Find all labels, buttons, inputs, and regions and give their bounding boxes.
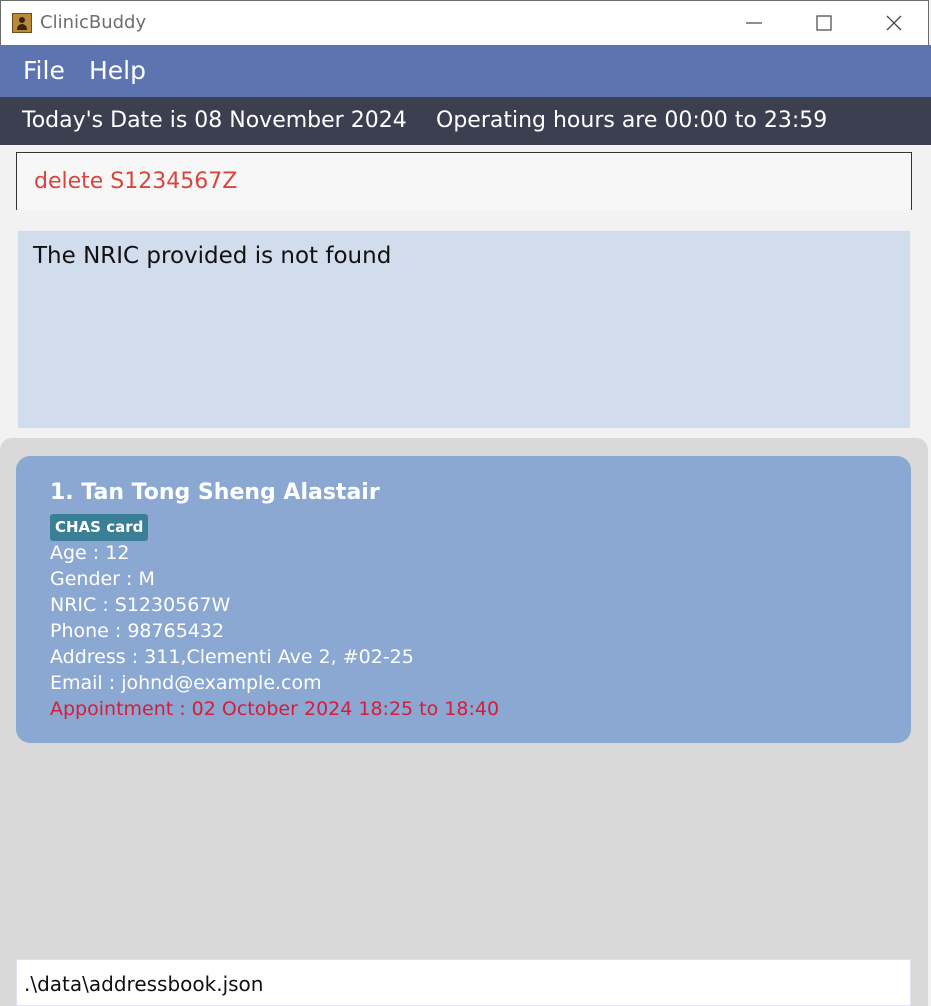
person-email: Email : johnd@example.com: [50, 672, 322, 694]
person-gender: Gender : M: [50, 568, 155, 590]
minimize-button[interactable]: [719, 1, 789, 46]
info-bar: Today's Date is 08 November 2024 Operati…: [0, 97, 931, 145]
minimize-icon: [746, 22, 762, 24]
save-file-path: .\data\addressbook.json: [24, 972, 264, 996]
person-address: Address : 311,Clementi Ave 2, #02-25: [50, 646, 414, 668]
result-display: The NRIC provided is not found: [18, 231, 910, 428]
person-card[interactable]: 1. Tan Tong Sheng Alastair CHAS card Age…: [16, 456, 911, 743]
menu-bar: File Help: [0, 45, 931, 97]
result-message: The NRIC provided is not found: [33, 243, 392, 269]
menu-file[interactable]: File: [23, 56, 65, 85]
menu-help[interactable]: Help: [89, 56, 146, 85]
command-input-text: delete S1234567Z: [34, 169, 238, 194]
close-icon: [886, 15, 902, 31]
maximize-icon: [816, 15, 832, 31]
person-nric: NRIC : S1230567W: [50, 594, 231, 616]
operating-hours-display: Operating hours are 00:00 to 23:59: [436, 108, 828, 133]
title-bar: ClinicBuddy: [0, 0, 929, 45]
status-bar: .\data\addressbook.json: [16, 959, 911, 1006]
app-contact-icon: [12, 13, 32, 33]
date-display: Today's Date is 08 November 2024: [22, 108, 407, 133]
maximize-button[interactable]: [789, 1, 859, 46]
close-button[interactable]: [859, 1, 929, 46]
person-name: 1. Tan Tong Sheng Alastair: [50, 480, 380, 505]
person-appointment: Appointment : 02 October 2024 18:25 to 1…: [50, 698, 500, 720]
tag-badge: CHAS card: [50, 514, 149, 541]
window-title: ClinicBuddy: [40, 12, 147, 33]
command-input[interactable]: delete S1234567Z: [16, 152, 912, 210]
person-phone: Phone : 98765432: [50, 620, 225, 642]
person-age: Age : 12: [50, 542, 130, 564]
